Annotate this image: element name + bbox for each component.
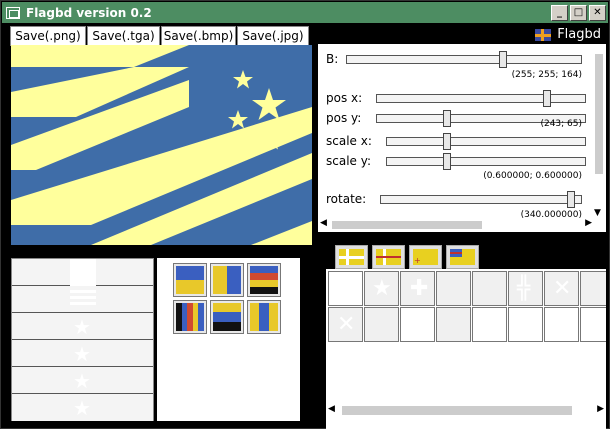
- layout-palette: [157, 258, 300, 421]
- symbol-cell[interactable]: [436, 307, 471, 342]
- saltire-icon: ✕: [337, 312, 356, 337]
- emblem-item[interactable]: [12, 259, 153, 286]
- rotate-slider[interactable]: [380, 191, 582, 208]
- slider-panel-vertical-scrollbar[interactable]: ▼: [592, 44, 606, 218]
- scaley-slider-thumb[interactable]: [443, 153, 451, 170]
- save-toolbar: Save(.png) Save(.tga) Save(.bmp) Save(.j…: [10, 26, 314, 46]
- emblem-item[interactable]: ★: [12, 340, 153, 367]
- star-icon: ★: [73, 396, 91, 420]
- symbol-scroll-thumb[interactable]: [342, 406, 572, 415]
- scalex-label: scale x:: [326, 134, 372, 148]
- symbol-cell[interactable]: [400, 307, 435, 342]
- symbol-cell[interactable]: [472, 307, 507, 342]
- posx-slider[interactable]: [376, 90, 586, 107]
- flag-preview[interactable]: [11, 45, 312, 245]
- horizontal-scroll-thumb[interactable]: [332, 221, 482, 229]
- minimize-button[interactable]: _: [551, 4, 568, 21]
- flag-icon: [535, 28, 552, 41]
- symbol-cell[interactable]: ✚: [400, 271, 435, 306]
- symbol-cell[interactable]: [472, 271, 507, 306]
- scroll-right-icon[interactable]: ▶: [585, 218, 592, 228]
- save-png-button[interactable]: Save(.png): [10, 26, 86, 46]
- save-tga-button[interactable]: Save(.tga): [87, 26, 160, 46]
- close-button[interactable]: ✕: [589, 4, 606, 21]
- posx-label: pos x:: [326, 91, 363, 105]
- symbol-cell[interactable]: ✕: [328, 307, 363, 342]
- cross-icon: ✚: [410, 276, 429, 301]
- cross-overlay-button[interactable]: [335, 245, 368, 269]
- b-label: B:: [326, 52, 339, 66]
- star-icon: ★: [73, 315, 91, 339]
- b-slider[interactable]: [346, 51, 582, 68]
- b-slider-thumb[interactable]: [499, 51, 507, 68]
- layout-tile-vertical-three[interactable]: [247, 300, 281, 334]
- emblem-list[interactable]: ★ ★ ★ ★: [11, 258, 154, 421]
- symbol-grid-scrollbar[interactable]: ◀ ▶: [326, 403, 606, 418]
- union-overlay-button[interactable]: [446, 245, 479, 269]
- scaley-slider[interactable]: [386, 153, 586, 170]
- symbol-cell[interactable]: ★: [364, 271, 399, 306]
- vertical-scroll-thumb[interactable]: [595, 54, 603, 174]
- flag-drawing: [11, 45, 312, 245]
- posy-slider-thumb[interactable]: [443, 110, 451, 127]
- symbol-cell[interactable]: [544, 307, 579, 342]
- layout-tile-horizontal-four[interactable]: [247, 263, 281, 297]
- scale-readout: (0.600000; 0.600000): [483, 171, 582, 181]
- scroll-left-icon[interactable]: ◀: [320, 218, 327, 228]
- scalex-slider[interactable]: [386, 133, 586, 150]
- save-jpg-button[interactable]: Save(.jpg): [237, 26, 309, 46]
- symbol-cell[interactable]: [328, 271, 363, 306]
- app-icon: [6, 6, 20, 19]
- rotate-readout: (340.000000): [520, 210, 582, 218]
- main-content: Save(.png) Save(.tga) Save(.bmp) Save(.j…: [4, 25, 607, 429]
- star-icon: ★: [73, 342, 91, 366]
- layout-tile-horizontal-three[interactable]: [210, 300, 244, 334]
- scroll-right-icon[interactable]: ▶: [597, 404, 604, 414]
- slider-panel: B: (255; 255; 164) pos x: pos y: (243; 6…: [318, 44, 592, 218]
- rotate-label: rotate:: [326, 192, 367, 206]
- emblem-item[interactable]: ★: [12, 394, 153, 421]
- layout-tile-horizontal-two[interactable]: [173, 263, 207, 297]
- slider-panel-horizontal-scrollbar[interactable]: ◀ ▶: [318, 218, 606, 232]
- window-title: Flagbd version 0.2: [26, 5, 152, 20]
- star-icon: ★: [372, 276, 392, 301]
- overlay-toolbar: +: [335, 245, 479, 269]
- emblem-item[interactable]: ★: [12, 367, 153, 394]
- star-icon: ★: [73, 369, 91, 393]
- symbol-cell[interactable]: [508, 307, 543, 342]
- emblem-item[interactable]: ★: [12, 313, 153, 340]
- rotate-slider-thumb[interactable]: [567, 191, 575, 208]
- save-bmp-button[interactable]: Save(.bmp): [161, 26, 236, 46]
- emblem-item[interactable]: [12, 286, 153, 313]
- symbol-cell[interactable]: [364, 307, 399, 342]
- posy-label: pos y:: [326, 111, 362, 125]
- layout-tile-vertical-five[interactable]: [173, 300, 207, 334]
- layout-tile-vertical-two[interactable]: [210, 263, 244, 297]
- canton-overlay-button[interactable]: +: [409, 245, 442, 269]
- panel-title: Flagbd: [557, 27, 601, 42]
- scaley-label: scale y:: [326, 154, 372, 168]
- scalex-slider-thumb[interactable]: [443, 133, 451, 150]
- scroll-down-icon[interactable]: ▼: [594, 208, 601, 218]
- symbol-cell[interactable]: [580, 271, 606, 306]
- titlebar: Flagbd version 0.2 _ □ ✕: [2, 2, 608, 23]
- symbol-cell[interactable]: [436, 271, 471, 306]
- maximize-button[interactable]: □: [570, 4, 587, 21]
- grid-icon: ╬: [517, 276, 531, 301]
- diagonal-cross-icon: ✕: [553, 276, 572, 301]
- color-readout: (255; 255; 164): [511, 70, 582, 80]
- symbol-cell[interactable]: ✕: [544, 271, 579, 306]
- panel-header: Flagbd: [317, 25, 607, 44]
- symbol-cell[interactable]: ╬: [508, 271, 543, 306]
- posx-slider-thumb[interactable]: [543, 90, 551, 107]
- plus-icon: +: [414, 256, 421, 265]
- pos-readout: (243; 65): [540, 119, 582, 129]
- scroll-left-icon[interactable]: ◀: [328, 404, 335, 414]
- app-window: Flagbd version 0.2 _ □ ✕ Save(.png) Save…: [0, 0, 610, 429]
- nordic-cross-overlay-button[interactable]: [372, 245, 405, 269]
- symbol-cell[interactable]: [580, 307, 606, 342]
